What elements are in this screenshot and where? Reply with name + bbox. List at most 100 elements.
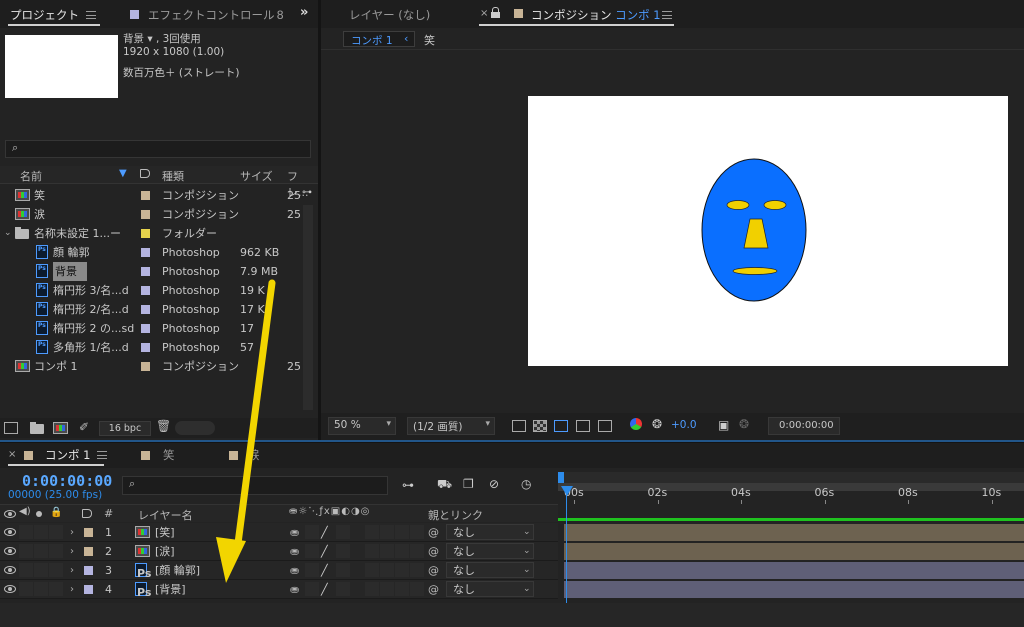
timeline-menu-icon[interactable] xyxy=(97,451,107,459)
fast-preview-icon[interactable] xyxy=(512,420,526,432)
exposure-reset-icon[interactable]: ❂ xyxy=(652,417,662,431)
zoom-dropdown[interactable]: 50 % ▾ xyxy=(328,417,396,435)
draft-3d-icon[interactable]: ⛟ xyxy=(437,477,452,493)
current-timecode[interactable]: 0:00:00:00 xyxy=(22,472,112,490)
project-scrollbar[interactable] xyxy=(303,205,313,410)
exposure-value[interactable]: +0.0 xyxy=(671,419,697,431)
col-type[interactable]: 種類 xyxy=(162,168,184,184)
label-swatch[interactable] xyxy=(141,362,150,371)
trash-icon[interactable]: 🗑 xyxy=(156,419,171,433)
label-swatch[interactable] xyxy=(141,286,150,295)
project-item-row[interactable]: Ps 楕円形 3/名...d Photoshop 19 K xyxy=(0,281,300,300)
selected-item-dimensions: 1920 x 1080 (1.00) xyxy=(123,46,225,58)
viewer-timecode-field[interactable]: 0:00:00:00 xyxy=(768,417,840,435)
tab-composition[interactable]: コンポジション コンポ 1 xyxy=(531,6,661,24)
col-number[interactable]: # xyxy=(104,507,113,520)
layer-track-bar[interactable] xyxy=(564,524,1024,541)
lock-column-icon[interactable]: 🔒 xyxy=(50,507,62,518)
tab-project[interactable]: プロジェクト xyxy=(10,6,79,24)
solo-column-icon[interactable] xyxy=(36,511,42,517)
ruler-label: 08s xyxy=(898,486,918,499)
label-column-icon[interactable] xyxy=(140,169,150,178)
label-swatch[interactable] xyxy=(141,305,150,314)
project-item-row[interactable]: Ps 多角形 1/名...d Photoshop 57 xyxy=(0,338,300,357)
project-item-row[interactable]: 笑 コンポジション 25 xyxy=(0,186,301,205)
layer-track-bar[interactable] xyxy=(564,562,1024,579)
layer-track-bar[interactable] xyxy=(564,581,1024,598)
shy-layers-icon[interactable]: ❐ xyxy=(463,477,474,491)
col-name[interactable]: 名前 xyxy=(20,168,42,184)
frame-blend-icon[interactable]: ⊘ xyxy=(489,477,499,491)
tab-layer[interactable]: レイヤー (なし) xyxy=(349,6,430,24)
breadcrumb-back-icon[interactable]: ‹ xyxy=(404,32,408,45)
chevron-down-icon[interactable]: ⌄ xyxy=(4,224,12,243)
label-swatch[interactable] xyxy=(141,248,150,257)
grid-guides-icon[interactable] xyxy=(598,420,612,432)
close-tab-icon[interactable]: × xyxy=(480,8,488,19)
ruler-tick xyxy=(741,500,742,504)
breadcrumb-next[interactable]: 笑 xyxy=(424,32,435,48)
track-area xyxy=(0,523,1024,603)
playhead-icon[interactable] xyxy=(561,486,573,496)
flowchart-icon[interactable]: ⊶ xyxy=(302,187,312,198)
viewer-menu-icon[interactable] xyxy=(662,11,672,19)
navigator-start-handle[interactable] xyxy=(558,472,564,483)
channel-icon[interactable] xyxy=(630,418,642,430)
col-size[interactable]: サイズ xyxy=(240,168,273,184)
adjust-icon[interactable]: ✐ xyxy=(79,420,89,434)
mask-path-icon[interactable] xyxy=(554,420,568,432)
breadcrumb-comp1[interactable]: コンポ 1 ‹ xyxy=(343,31,415,47)
zoom-value: 50 % xyxy=(334,419,361,431)
interpret-footage-icon[interactable] xyxy=(4,422,18,434)
close-tab-icon[interactable]: × xyxy=(8,449,16,460)
new-composition-icon[interactable] xyxy=(53,422,68,434)
col-layer-name[interactable]: レイヤー名 xyxy=(138,507,193,523)
label-column-icon[interactable] xyxy=(82,509,92,518)
comp-flowchart-icon[interactable]: ⊶ xyxy=(402,478,414,492)
timeline-search-input[interactable]: ⌕ xyxy=(122,476,388,495)
timeline-tab-3[interactable]: 涙 xyxy=(248,446,260,464)
show-snapshot-icon[interactable]: ❂ xyxy=(739,417,749,431)
project-item-row[interactable]: ⌄ 名称未設定 1...ー フォルダー xyxy=(0,224,300,243)
transparency-grid-icon[interactable] xyxy=(533,420,547,432)
viewer-canvas[interactable] xyxy=(321,51,1024,413)
time-navigator[interactable] xyxy=(558,472,1024,483)
video-column-icon[interactable] xyxy=(4,510,16,518)
project-item-row[interactable]: Ps 楕円形 2 の...sd Photoshop 17 xyxy=(0,319,300,338)
project-item-row[interactable]: Ps 背景 Photoshop 7.9 MB xyxy=(0,262,300,281)
label-swatch[interactable] xyxy=(141,229,150,238)
timeline-tab-comp1[interactable]: コンポ 1 xyxy=(45,446,90,464)
sort-arrow-icon[interactable]: ▼ xyxy=(119,168,127,179)
layer-track-bar[interactable] xyxy=(564,543,1024,560)
timeline-tab-2[interactable]: 笑 xyxy=(163,446,175,464)
audio-column-icon[interactable]: ◀) xyxy=(19,506,31,517)
label-swatch[interactable] xyxy=(141,191,150,200)
project-item-row[interactable]: Ps 楕円形 2/名...d Photoshop 17 K xyxy=(0,300,300,319)
project-search-input[interactable]: ⌕ xyxy=(5,140,311,158)
label-swatch[interactable] xyxy=(141,210,150,219)
bpc-button[interactable]: 16 bpc xyxy=(99,421,151,436)
panel-overflow-icon[interactable]: » xyxy=(300,5,308,20)
motion-blur-icon[interactable]: ◷ xyxy=(521,477,531,491)
label-swatch[interactable] xyxy=(141,324,150,333)
workarea-bar-green[interactable] xyxy=(558,518,1024,521)
col-parent[interactable]: 親とリンク xyxy=(428,507,483,523)
switches-icons[interactable]: ⛂☼⋱ƒx▣◐◑◎ xyxy=(289,506,370,517)
tab-effect-controls[interactable]: エフェクトコントロール 8 xyxy=(148,6,284,24)
label-swatch[interactable] xyxy=(141,343,150,352)
project-item-row[interactable]: Ps 顔 輪郭 Photoshop 962 KB xyxy=(0,243,300,262)
project-menu-icon[interactable] xyxy=(86,11,96,19)
project-horizontal-scroll[interactable] xyxy=(175,421,215,435)
project-item-name: 楕円形 3/名...d xyxy=(53,284,129,297)
chevron-down-icon: ▾ xyxy=(485,419,490,429)
label-swatch[interactable] xyxy=(141,267,150,276)
resolution-dropdown[interactable]: (1/2 画質) ▾ xyxy=(407,417,495,435)
time-ruler[interactable]: 00s 02s 04s 06s 08s 10s xyxy=(558,484,1024,504)
new-folder-icon[interactable] xyxy=(30,422,44,434)
snapshot-camera-icon[interactable]: ▣ xyxy=(718,418,729,432)
region-of-interest-icon[interactable] xyxy=(576,420,590,432)
selected-item-usage[interactable]: ▾ , 3回使用 xyxy=(147,33,200,45)
project-item-row[interactable]: コンポ 1 コンポジション 25 xyxy=(0,357,301,376)
project-item-row[interactable]: 涙 コンポジション 25 xyxy=(0,205,301,224)
project-item-type: Photoshop xyxy=(162,303,220,316)
